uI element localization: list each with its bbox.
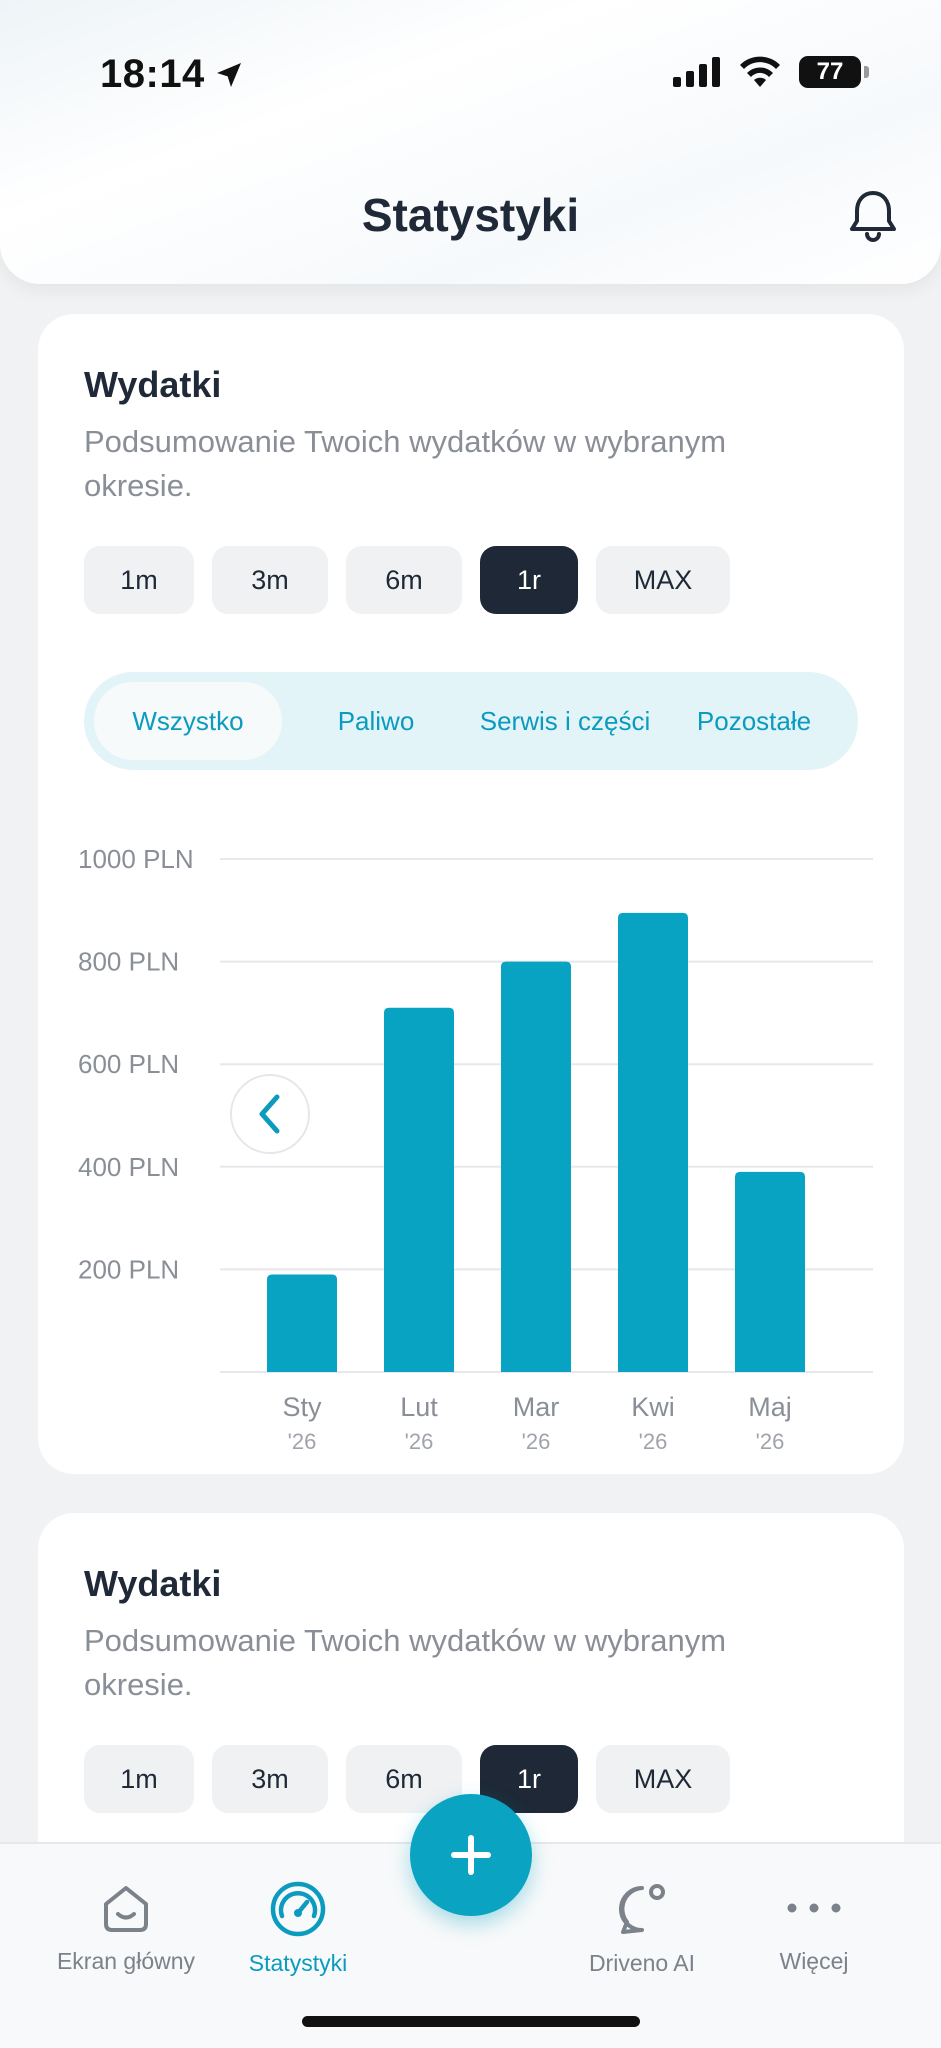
nav-label: Ekran główny bbox=[56, 1948, 196, 1974]
x-tick-year: '26 bbox=[405, 1429, 434, 1454]
x-tick-year: '26 bbox=[522, 1429, 551, 1454]
more-dots-icon bbox=[787, 1903, 841, 1913]
nav-label: Driveno AI bbox=[588, 1950, 696, 1976]
top-header: 18:14 77 Statystyki bbox=[0, 0, 941, 284]
bar-sty bbox=[267, 1274, 337, 1372]
home-icon bbox=[104, 1886, 148, 1932]
status-time-text: 18:14 bbox=[100, 52, 205, 96]
bar-kwi bbox=[618, 912, 688, 1372]
expenses-card: Wydatki Podsumowanie Twoich wydatków w w… bbox=[38, 314, 904, 1474]
status-icons: 77 bbox=[673, 56, 869, 88]
card-title: Wydatki bbox=[84, 1563, 222, 1604]
x-tick-label: Maj bbox=[748, 1392, 792, 1422]
nav-item-more[interactable]: Więcej bbox=[714, 1880, 914, 1975]
card-subtitle: Podsumowanie Twoich wydatków w wybranym … bbox=[84, 1623, 727, 1702]
period-max-button[interactable]: MAX bbox=[596, 1745, 730, 1813]
chart-prev-button[interactable] bbox=[230, 1074, 310, 1154]
add-expense-button[interactable] bbox=[410, 1794, 532, 1916]
bar-lut bbox=[384, 1007, 454, 1372]
speedometer-icon bbox=[270, 1881, 326, 1937]
bar-maj bbox=[735, 1171, 805, 1372]
chevron-left-icon bbox=[259, 1094, 280, 1134]
location-arrow-icon bbox=[216, 62, 241, 87]
battery-indicator: 77 bbox=[799, 56, 869, 88]
nav-item-statistics[interactable]: Statystyki bbox=[198, 1880, 398, 1977]
status-time: 18:14 bbox=[100, 52, 245, 97]
chat-ai-icon bbox=[619, 1884, 665, 1934]
period-selector: 1m 3m 6m 1r MAX bbox=[84, 1745, 730, 1813]
expenses-bar-chart: 1000 PLN 800 PLN 600 PLN 400 PLN 200 PLN Sty '… bbox=[78, 844, 873, 1454]
home-indicator bbox=[302, 2016, 640, 2027]
x-tick-year: '26 bbox=[756, 1429, 785, 1454]
nav-item-home[interactable]: Ekran główny bbox=[26, 1880, 226, 1975]
nav-label: Statystyki bbox=[248, 1950, 348, 1976]
y-tick-label: 200 PLN bbox=[78, 1254, 179, 1284]
y-tick-label: 400 PLN bbox=[78, 1152, 179, 1182]
x-tick-year: '26 bbox=[639, 1429, 668, 1454]
nav-label: Więcej bbox=[779, 1948, 849, 1974]
x-tick-label: Kwi bbox=[631, 1392, 675, 1422]
wifi-icon bbox=[740, 56, 780, 87]
y-tick-label: 600 PLN bbox=[78, 1049, 179, 1079]
period-1m-button[interactable]: 1m bbox=[84, 1745, 194, 1813]
period-3m-button[interactable]: 3m bbox=[212, 1745, 328, 1813]
x-tick-label: Mar bbox=[513, 1392, 560, 1422]
x-tick-year: '26 bbox=[288, 1429, 317, 1454]
bar-mar bbox=[501, 961, 571, 1372]
page-title: Statystyki bbox=[361, 189, 580, 241]
nav-item-driveno-ai[interactable]: Driveno AI bbox=[542, 1880, 742, 1977]
bell-icon[interactable] bbox=[843, 185, 903, 245]
y-tick-label: 800 PLN bbox=[78, 947, 179, 977]
y-tick-label: 1000 PLN bbox=[78, 844, 194, 874]
battery-level: 77 bbox=[816, 58, 844, 85]
plus-icon bbox=[451, 1835, 491, 1875]
x-tick-label: Lut bbox=[400, 1392, 438, 1422]
signal-icon bbox=[673, 57, 720, 87]
x-tick-label: Sty bbox=[282, 1392, 322, 1422]
